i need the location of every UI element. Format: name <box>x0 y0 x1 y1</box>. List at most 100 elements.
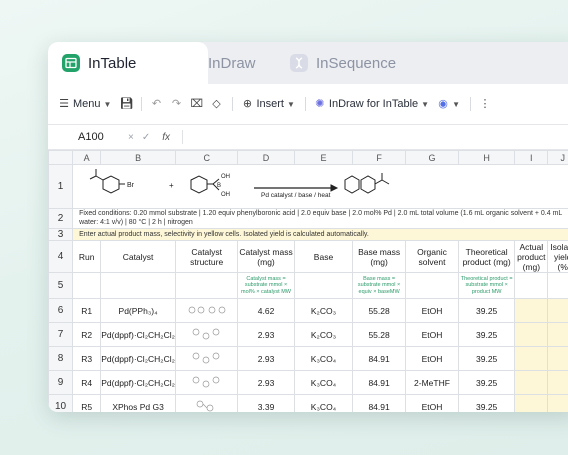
row-header[interactable]: 5 <box>48 272 74 299</box>
row-header[interactable]: 1 <box>48 164 74 209</box>
solvent-cell[interactable]: EtOH <box>404 394 460 412</box>
column-header[interactable]: J <box>547 150 568 165</box>
row-header[interactable]: 4 <box>48 240 74 273</box>
menu-button[interactable]: ☰ Menu ▼ <box>58 98 111 110</box>
cell-reference[interactable]: A100 <box>48 131 120 143</box>
column-header[interactable]: D <box>237 150 295 165</box>
base-mass-cell[interactable]: 84.91 <box>352 394 406 412</box>
theoretical-cell[interactable]: 39.25 <box>458 370 516 395</box>
tab-intable[interactable]: InTable <box>48 42 208 84</box>
column-header[interactable]: E <box>293 150 354 165</box>
run-cell[interactable]: R4 <box>72 370 102 395</box>
instruction-note-cell[interactable]: Enter actual product mass, selectivity i… <box>72 228 568 241</box>
catalyst-structure-cell[interactable] <box>174 370 239 395</box>
header-cell[interactable]: Base mass (mg) <box>352 240 406 273</box>
row-header[interactable]: 10 <box>48 394 74 412</box>
undo-button[interactable]: ↶ <box>150 98 162 110</box>
header-cell[interactable]: Isolate yield (% <box>547 240 568 273</box>
solvent-cell[interactable]: EtOH <box>404 322 460 347</box>
base-mass-cell[interactable]: 84.91 <box>352 346 406 371</box>
header-cell[interactable]: Organic solvent <box>404 240 460 273</box>
cell[interactable] <box>72 272 102 299</box>
header-cell[interactable]: Base <box>293 240 354 273</box>
fx-icon[interactable]: fx <box>162 132 170 143</box>
theoretical-cell[interactable]: 39.25 <box>458 394 516 412</box>
base-mass-cell[interactable]: 55.28 <box>352 322 406 347</box>
base-cell[interactable]: K₂CO₃ <box>293 298 354 323</box>
actual-product-input-cell[interactable] <box>514 370 549 395</box>
save-button[interactable]: 💾︎ <box>119 98 133 110</box>
row-header[interactable]: 9 <box>48 370 74 395</box>
theoretical-cell[interactable]: 39.25 <box>458 298 516 323</box>
formula-note-cell[interactable]: Catalyst mass = substrate mmol × mol% × … <box>237 272 295 299</box>
solvent-cell[interactable]: 2-MeTHF <box>404 370 460 395</box>
column-header[interactable]: F <box>352 150 406 165</box>
select-all-corner[interactable] <box>48 150 74 165</box>
cell[interactable] <box>293 272 354 299</box>
cell[interactable] <box>514 272 549 299</box>
row-header[interactable]: 3 <box>48 228 74 241</box>
yield-cell[interactable] <box>547 322 568 347</box>
reaction-scheme-cell[interactable]: Br + B OH OH Pd catalyst / base / heat <box>72 164 568 209</box>
catalyst-mass-cell[interactable]: 2.93 <box>237 370 295 395</box>
actual-product-input-cell[interactable] <box>514 394 549 412</box>
cell[interactable] <box>404 272 460 299</box>
column-header[interactable]: C <box>174 150 239 165</box>
header-cell[interactable]: Catalyst mass (mg) <box>237 240 295 273</box>
row-header[interactable]: 8 <box>48 346 74 371</box>
header-cell[interactable]: Actual product (mg) <box>514 240 549 273</box>
catalyst-mass-cell[interactable]: 3.39 <box>237 394 295 412</box>
actual-product-input-cell[interactable] <box>514 346 549 371</box>
plugin-button[interactable]: ◉ ▼ <box>437 98 460 110</box>
base-mass-cell[interactable]: 55.28 <box>352 298 406 323</box>
header-cell[interactable]: Catalyst <box>100 240 176 273</box>
column-header[interactable]: G <box>404 150 460 165</box>
run-cell[interactable]: R1 <box>72 298 102 323</box>
base-cell[interactable]: K₃CO₄ <box>293 346 354 371</box>
base-cell[interactable]: K₃CO₄ <box>293 394 354 412</box>
cancel-icon[interactable]: × <box>128 132 134 143</box>
format-painter-button[interactable]: ⌧ <box>190 98 203 110</box>
catalyst-structure-cell[interactable] <box>174 346 239 371</box>
catalyst-mass-cell[interactable]: 2.93 <box>237 322 295 347</box>
catalyst-cell[interactable]: Pd(dppf)·Cl₂CH₂Cl₂ <box>100 370 176 395</box>
catalyst-structure-cell[interactable] <box>174 322 239 347</box>
base-cell[interactable]: K₃CO₄ <box>293 370 354 395</box>
run-cell[interactable]: R2 <box>72 322 102 347</box>
column-header[interactable]: I <box>514 150 549 165</box>
insert-button[interactable]: ⊕ Insert ▼ <box>241 98 295 110</box>
header-cell[interactable]: Theoretical product (mg) <box>458 240 516 273</box>
header-cell[interactable]: Run <box>72 240 102 273</box>
confirm-icon[interactable]: ✓ <box>142 132 150 143</box>
theoretical-cell[interactable]: 39.25 <box>458 322 516 347</box>
cell[interactable] <box>547 272 568 299</box>
run-cell[interactable]: R3 <box>72 346 102 371</box>
base-cell[interactable]: K₂CO₃ <box>293 322 354 347</box>
catalyst-cell[interactable]: Pd(dppf)·Cl₂CH₂Cl₂ <box>100 322 176 347</box>
yield-cell[interactable] <box>547 346 568 371</box>
theoretical-cell[interactable]: 39.25 <box>458 346 516 371</box>
indraw-for-intable-button[interactable]: ✺ InDraw for InTable ▼ <box>314 98 429 110</box>
actual-product-input-cell[interactable] <box>514 298 549 323</box>
solvent-cell[interactable]: EtOH <box>404 346 460 371</box>
base-mass-cell[interactable]: 84.91 <box>352 370 406 395</box>
yield-cell[interactable] <box>547 370 568 395</box>
row-header[interactable]: 6 <box>48 298 74 323</box>
more-button[interactable]: ⋮ <box>479 98 491 110</box>
clear-format-button[interactable]: ◇ <box>210 98 222 110</box>
catalyst-mass-cell[interactable]: 4.62 <box>237 298 295 323</box>
column-header[interactable]: A <box>72 150 102 165</box>
column-header[interactable]: H <box>458 150 516 165</box>
run-cell[interactable]: R5 <box>72 394 102 412</box>
catalyst-cell[interactable]: Pd(PPh₃)₄ <box>100 298 176 323</box>
row-header[interactable]: 7 <box>48 322 74 347</box>
cell[interactable] <box>174 272 239 299</box>
solvent-cell[interactable]: EtOH <box>404 298 460 323</box>
formula-note-cell[interactable]: Theoretical product = substrate mmol × p… <box>458 272 516 299</box>
cell[interactable] <box>100 272 176 299</box>
column-header[interactable]: B <box>100 150 176 165</box>
row-header[interactable]: 2 <box>48 208 74 229</box>
formula-note-cell[interactable]: Base mass = substrate mmol × equiv × bas… <box>352 272 406 299</box>
catalyst-structure-cell[interactable] <box>174 394 239 412</box>
catalyst-structure-cell[interactable] <box>174 298 239 323</box>
